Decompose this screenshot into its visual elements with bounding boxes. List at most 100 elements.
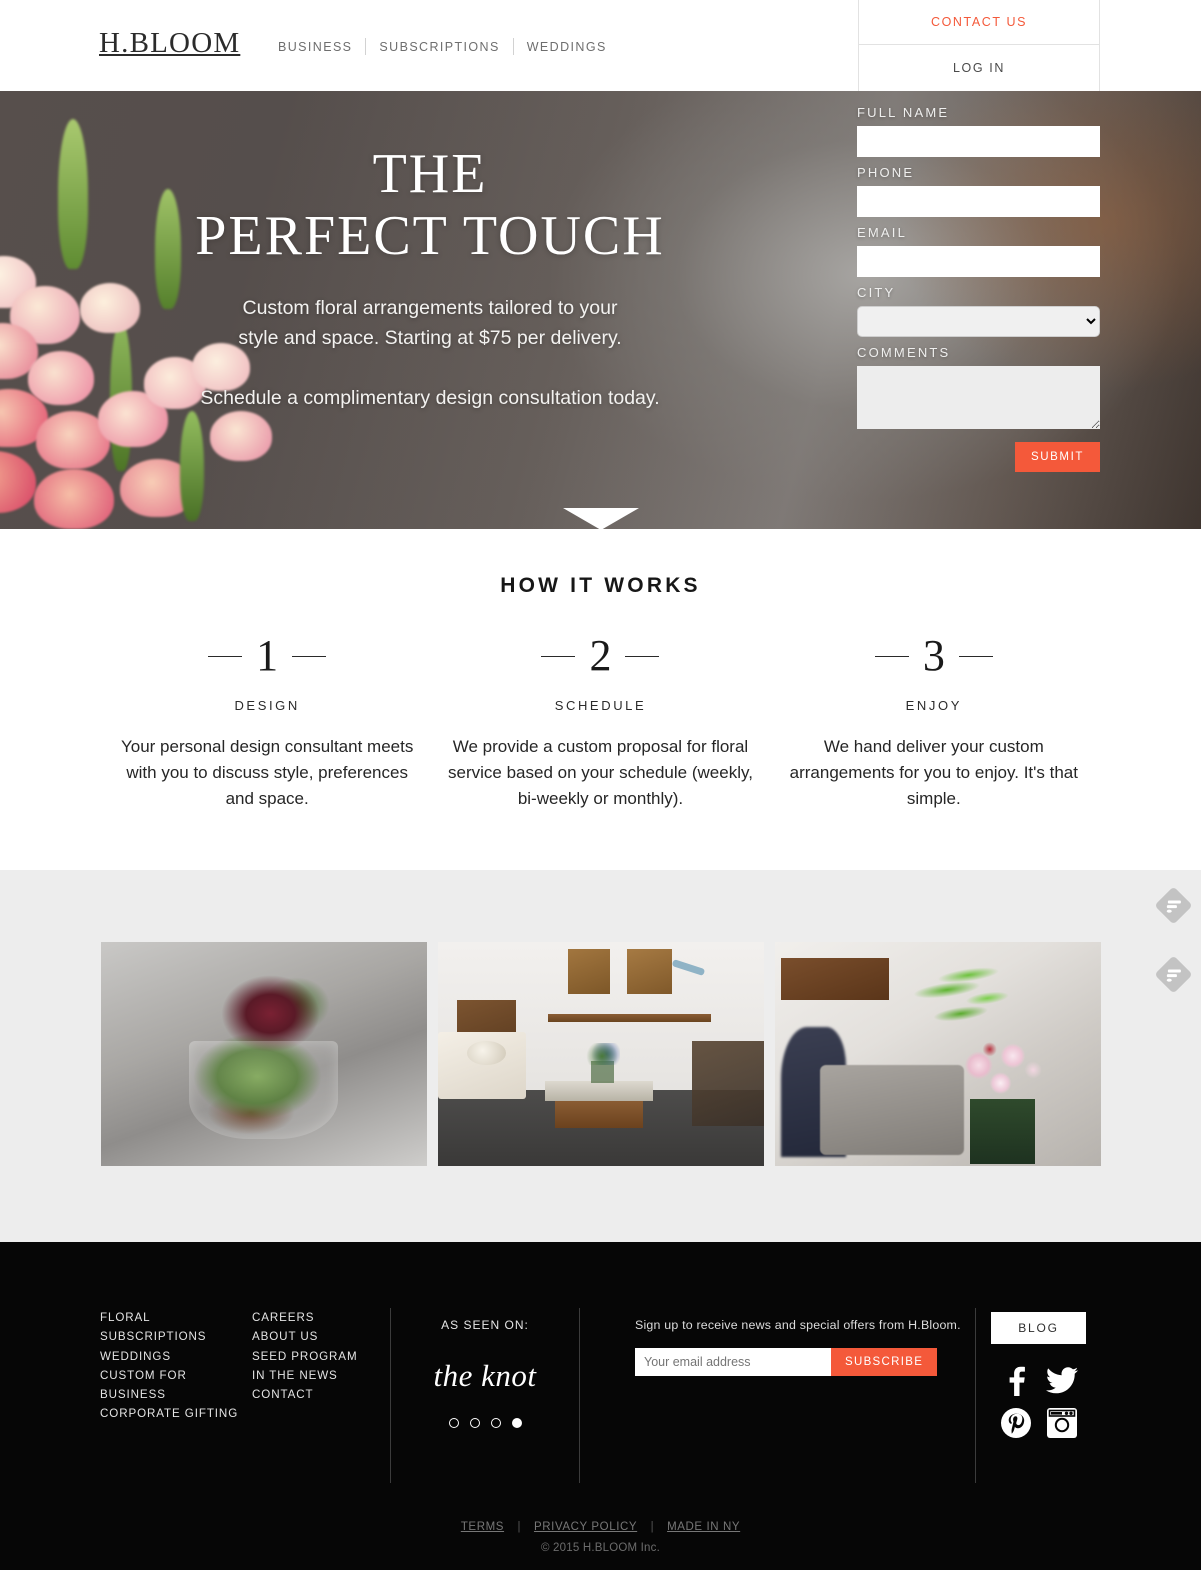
pinterest-icon[interactable] bbox=[1000, 1408, 1031, 1438]
step-number: 3 bbox=[922, 631, 945, 680]
hero-sub-line2: style and space. Starting at $75 per del… bbox=[238, 327, 622, 349]
footer-links-primary: FLORAL SUBSCRIPTIONS WEDDINGS CUSTOM FOR… bbox=[100, 1308, 252, 1483]
footer-link-in-the-news[interactable]: IN THE NEWS bbox=[252, 1366, 358, 1385]
full-name-input[interactable] bbox=[857, 126, 1100, 157]
made-in-ny-link[interactable]: MADE IN NY bbox=[667, 1521, 740, 1533]
the-knot-logo: the knot bbox=[433, 1358, 537, 1393]
legal-bar: TERMS | PRIVACY POLICY | MADE IN NY © 20… bbox=[0, 1517, 1201, 1570]
site-header: H.BLOOM BUSINESS SUBSCRIPTIONS WEDDINGS … bbox=[0, 0, 1201, 91]
newsletter-text: Sign up to receive news and special offe… bbox=[635, 1318, 961, 1332]
step-description: We provide a custom proposal for floral … bbox=[448, 737, 753, 808]
step-number-row: 1 bbox=[111, 632, 424, 680]
site-footer: FLORAL SUBSCRIPTIONS WEDDINGS CUSTOM FOR… bbox=[0, 1242, 1201, 1570]
gallery-image-orchid[interactable] bbox=[774, 942, 1101, 1166]
step-schedule: 2 SCHEDULE We provide a custom proposal … bbox=[434, 632, 767, 812]
newsletter-email-input[interactable] bbox=[635, 1348, 831, 1376]
hero-section: THE PERFECT TOUCH Custom floral arrangem… bbox=[0, 91, 1201, 529]
instagram-icon[interactable] bbox=[1046, 1408, 1077, 1438]
submit-button[interactable]: SUBMIT bbox=[1014, 442, 1100, 472]
gallery-image-loft[interactable] bbox=[437, 942, 764, 1166]
footer-link-weddings[interactable]: WEDDINGS bbox=[100, 1347, 252, 1366]
succulent-photo bbox=[100, 942, 427, 1166]
log-in-link[interactable]: LOG IN bbox=[859, 45, 1099, 91]
gallery-image-succulent[interactable] bbox=[100, 942, 427, 1166]
phone-input[interactable] bbox=[857, 186, 1100, 217]
legal-links: TERMS | PRIVACY POLICY | MADE IN NY bbox=[0, 1517, 1201, 1535]
comments-textarea[interactable] bbox=[857, 366, 1100, 429]
footer-link-corporate-gifting[interactable]: CORPORATE GIFTING bbox=[100, 1404, 252, 1423]
dash-left bbox=[208, 655, 243, 657]
footer-link-seed-program[interactable]: SEED PROGRAM bbox=[252, 1347, 358, 1366]
feed-share-icon[interactable] bbox=[1154, 955, 1193, 994]
legal-separator: | bbox=[650, 1521, 654, 1533]
footer-link-custom-for-business[interactable]: CUSTOM FOR BUSINESS bbox=[100, 1366, 252, 1405]
as-seen-on-column: AS SEEN ON: the knot bbox=[391, 1308, 579, 1483]
step-number: 2 bbox=[589, 631, 612, 680]
steps-container: 1 DESIGN Your personal design consultant… bbox=[101, 632, 1101, 812]
nav-item-business[interactable]: BUSINESS bbox=[278, 39, 365, 55]
terms-link[interactable]: TERMS bbox=[461, 1521, 504, 1533]
city-select[interactable] bbox=[857, 306, 1100, 337]
carousel-dot-1[interactable] bbox=[448, 1418, 459, 1428]
legal-separator: | bbox=[517, 1521, 521, 1533]
dash-left bbox=[541, 655, 576, 657]
footer-link-columns: FLORAL SUBSCRIPTIONS WEDDINGS CUSTOM FOR… bbox=[100, 1308, 390, 1483]
social-icons bbox=[993, 1366, 1085, 1438]
blog-button[interactable]: BLOG bbox=[991, 1312, 1086, 1344]
social-column: BLOG bbox=[976, 1308, 1101, 1483]
footer-link-about-us[interactable]: ABOUT US bbox=[252, 1327, 358, 1346]
orchid-photo bbox=[774, 942, 1101, 1166]
carousel-dot-4-active[interactable] bbox=[511, 1418, 522, 1428]
carousel-dot-2[interactable] bbox=[469, 1418, 480, 1428]
step-number-row: 3 bbox=[777, 632, 1090, 680]
main-navigation: BUSINESS SUBSCRIPTIONS WEDDINGS bbox=[278, 38, 620, 55]
privacy-policy-link[interactable]: PRIVACY POLICY bbox=[534, 1521, 637, 1533]
hero-headline: THE PERFECT TOUCH bbox=[0, 143, 860, 267]
hero-sub-line1: Custom floral arrangements tailored to y… bbox=[242, 297, 618, 319]
step-number: 1 bbox=[256, 631, 279, 680]
step-description: We hand deliver your custom arrangements… bbox=[789, 737, 1078, 808]
hero-headline-line1: THE bbox=[372, 143, 488, 205]
newsletter-form: SUBSCRIBE bbox=[635, 1348, 975, 1376]
loft-photo bbox=[437, 942, 764, 1166]
subscribe-button[interactable]: SUBSCRIBE bbox=[831, 1348, 938, 1376]
hero-bottom-chevron bbox=[562, 508, 639, 529]
email-label: EMAIL bbox=[857, 225, 908, 240]
footer-link-contact[interactable]: CONTACT bbox=[252, 1385, 358, 1404]
copyright-text: © 2015 H.BLOOM Inc. bbox=[540, 1542, 660, 1554]
site-logo[interactable]: H.BLOOM bbox=[99, 27, 240, 60]
nav-item-weddings[interactable]: WEDDINGS bbox=[514, 39, 620, 55]
newsletter-column: Sign up to receive news and special offe… bbox=[580, 1308, 975, 1483]
submit-row: SUBMIT bbox=[857, 442, 1100, 472]
phone-label: PHONE bbox=[857, 165, 915, 180]
email-input[interactable] bbox=[857, 246, 1100, 277]
dash-right bbox=[958, 655, 993, 657]
hero-headline-line2: PERFECT TOUCH bbox=[195, 205, 665, 267]
hero-cta-text: Schedule a complimentary design consulta… bbox=[200, 387, 660, 409]
step-label: DESIGN bbox=[234, 698, 300, 713]
how-it-works-section: HOW IT WORKS 1 DESIGN Your personal desi… bbox=[0, 529, 1201, 870]
contact-us-link[interactable]: CONTACT US bbox=[859, 0, 1099, 45]
dash-left bbox=[874, 655, 909, 657]
facebook-icon[interactable] bbox=[1003, 1366, 1029, 1396]
how-it-works-title: HOW IT WORKS bbox=[500, 574, 701, 597]
feed-share-icon[interactable] bbox=[1154, 886, 1193, 925]
nav-item-subscriptions[interactable]: SUBSCRIPTIONS bbox=[366, 39, 512, 55]
full-name-label: FULL NAME bbox=[857, 105, 950, 120]
step-label: SCHEDULE bbox=[554, 698, 647, 713]
dash-right bbox=[625, 655, 660, 657]
footer-columns: FLORAL SUBSCRIPTIONS WEDDINGS CUSTOM FOR… bbox=[100, 1308, 1101, 1483]
footer-link-floral-subscriptions[interactable]: FLORAL SUBSCRIPTIONS bbox=[100, 1308, 252, 1347]
dash-right bbox=[292, 655, 327, 657]
header-utility-box: CONTACT US LOG IN bbox=[858, 0, 1100, 91]
twitter-icon[interactable] bbox=[1045, 1366, 1078, 1396]
hero-copy: THE PERFECT TOUCH Custom floral arrangem… bbox=[0, 143, 860, 413]
step-design: 1 DESIGN Your personal design consultant… bbox=[101, 632, 434, 812]
gallery-section bbox=[0, 870, 1201, 1242]
step-number-row: 2 bbox=[444, 632, 757, 680]
step-description: Your personal design consultant meets wi… bbox=[120, 737, 414, 808]
carousel-dot-3[interactable] bbox=[490, 1418, 501, 1428]
footer-link-careers[interactable]: CAREERS bbox=[252, 1308, 358, 1327]
gallery-row bbox=[100, 942, 1101, 1166]
as-seen-on-label: AS SEEN ON: bbox=[441, 1318, 529, 1332]
